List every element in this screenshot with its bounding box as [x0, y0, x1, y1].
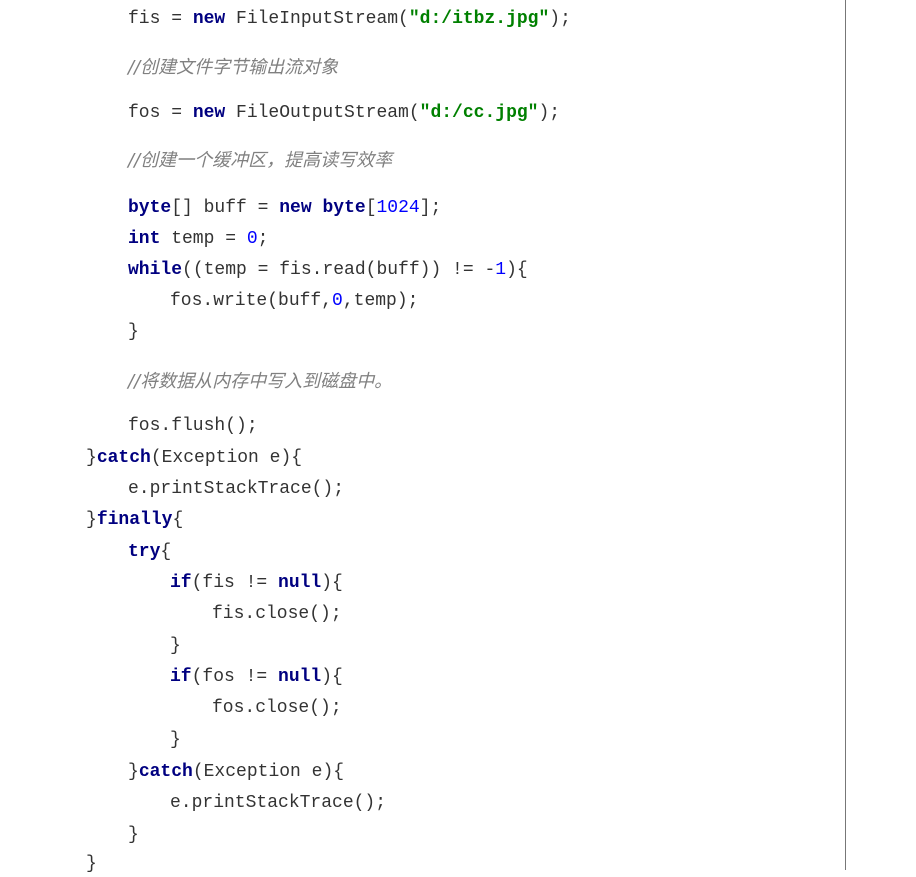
code-string: "d:/itbz.jpg"	[408, 9, 550, 29]
code-line: fos = new FileOutputStream("d:/cc.jpg");	[128, 100, 560, 126]
code-line: while((temp = fis.read(buff)) != -1){	[128, 257, 528, 283]
code-line: }	[128, 822, 139, 848]
code-keyword: null	[278, 667, 322, 687]
code-line: }catch(Exception e){	[128, 759, 344, 785]
code-text: {	[172, 510, 184, 530]
code-text: [	[365, 198, 377, 218]
code-line: fos.close();	[212, 695, 342, 721]
code-keyword: byte	[322, 198, 366, 218]
code-text: ){	[321, 667, 343, 687]
code-text: ;	[257, 229, 269, 249]
code-frame: fis = new FileInputStream("d:/itbz.jpg")…	[0, 0, 846, 874]
code-number: 1024	[376, 198, 420, 218]
code-text: );	[549, 9, 571, 29]
code-text: fos =	[128, 103, 193, 123]
code-line: }	[170, 633, 181, 659]
code-line: fis.close();	[212, 601, 342, 627]
code-line: byte[] buff = new byte[1024];	[128, 195, 441, 221]
code-text: temp =	[160, 229, 247, 249]
code-line: if(fos != null){	[170, 664, 343, 690]
code-text: );	[538, 103, 561, 123]
code-line: }	[128, 319, 139, 345]
code-text: (Exception e){	[192, 762, 345, 782]
code-text: {	[160, 542, 172, 562]
code-line: fos.write(buff,0,temp);	[170, 288, 418, 314]
code-comment: //创建一个缓冲区，提高读写效率	[128, 150, 393, 171]
code-text: }	[128, 762, 139, 782]
code-text: ((temp = fis.read(buff)) != -	[182, 260, 496, 280]
code-comment: //创建文件字节输出流对象	[128, 57, 339, 78]
code-text: FileInputStream(	[225, 9, 409, 29]
code-line: }	[170, 727, 181, 753]
code-text: }	[170, 636, 181, 656]
code-keyword: if	[170, 667, 192, 687]
code-text: e.printStackTrace();	[170, 793, 387, 813]
code-keyword: try	[128, 542, 161, 562]
code-line: fis = new FileInputStream("d:/itbz.jpg")…	[128, 6, 571, 32]
code-text: (Exception e){	[150, 448, 303, 468]
code-text: }	[86, 510, 97, 530]
code-keyword: new	[192, 9, 226, 29]
code-line: }catch(Exception e){	[86, 445, 302, 471]
code-text: fis =	[128, 9, 193, 29]
code-text: (fos !=	[191, 667, 279, 687]
code-keyword: if	[170, 573, 192, 593]
code-keyword: null	[278, 573, 322, 593]
code-line: fos.flush();	[128, 413, 258, 439]
code-line: e.printStackTrace();	[170, 790, 386, 816]
code-text: fos.flush();	[128, 416, 258, 436]
code-keyword: new	[192, 103, 226, 123]
code-keyword: while	[128, 260, 183, 280]
code-line: }	[86, 851, 97, 877]
code-line: }finally{	[86, 507, 183, 533]
code-keyword: new	[279, 198, 312, 218]
code-text: }	[128, 322, 139, 342]
code-text: [] buff =	[171, 198, 280, 218]
code-text: fos.close();	[212, 698, 342, 718]
code-line: if(fis != null){	[170, 570, 343, 596]
code-text: FileOutputStream(	[225, 103, 420, 123]
code-text: fis.close();	[212, 604, 342, 624]
code-keyword: byte	[128, 198, 172, 218]
code-line: //将数据从内存中写入到磁盘中。	[128, 369, 392, 395]
code-comment: //将数据从内存中写入到磁盘中。	[128, 371, 393, 392]
code-text: ];	[419, 198, 442, 218]
code-line: int temp = 0;	[128, 226, 268, 252]
code-text: fos.write(buff,	[170, 291, 333, 311]
code-line: e.printStackTrace();	[128, 476, 344, 502]
code-text: }	[170, 730, 181, 750]
code-keyword: int	[128, 229, 161, 249]
code-string: "d:/cc.jpg"	[419, 103, 539, 123]
code-number: 1	[495, 260, 507, 280]
code-text: ){	[506, 260, 528, 280]
code-text: }	[86, 448, 97, 468]
code-number: 0	[246, 229, 258, 249]
code-keyword: catch	[138, 762, 193, 782]
code-text: (fis !=	[191, 573, 279, 593]
code-keyword: catch	[96, 448, 151, 468]
code-text: e.printStackTrace();	[128, 479, 345, 499]
code-line: //创建一个缓冲区，提高读写效率	[128, 148, 392, 174]
code-keyword: finally	[96, 510, 173, 530]
code-text: }	[86, 854, 97, 874]
code-text: }	[128, 825, 139, 845]
code-number: 0	[332, 291, 343, 311]
code-text: ){	[321, 573, 343, 593]
code-text: ,temp);	[342, 291, 419, 311]
code-line: try{	[128, 539, 171, 565]
code-line: //创建文件字节输出流对象	[128, 55, 338, 81]
